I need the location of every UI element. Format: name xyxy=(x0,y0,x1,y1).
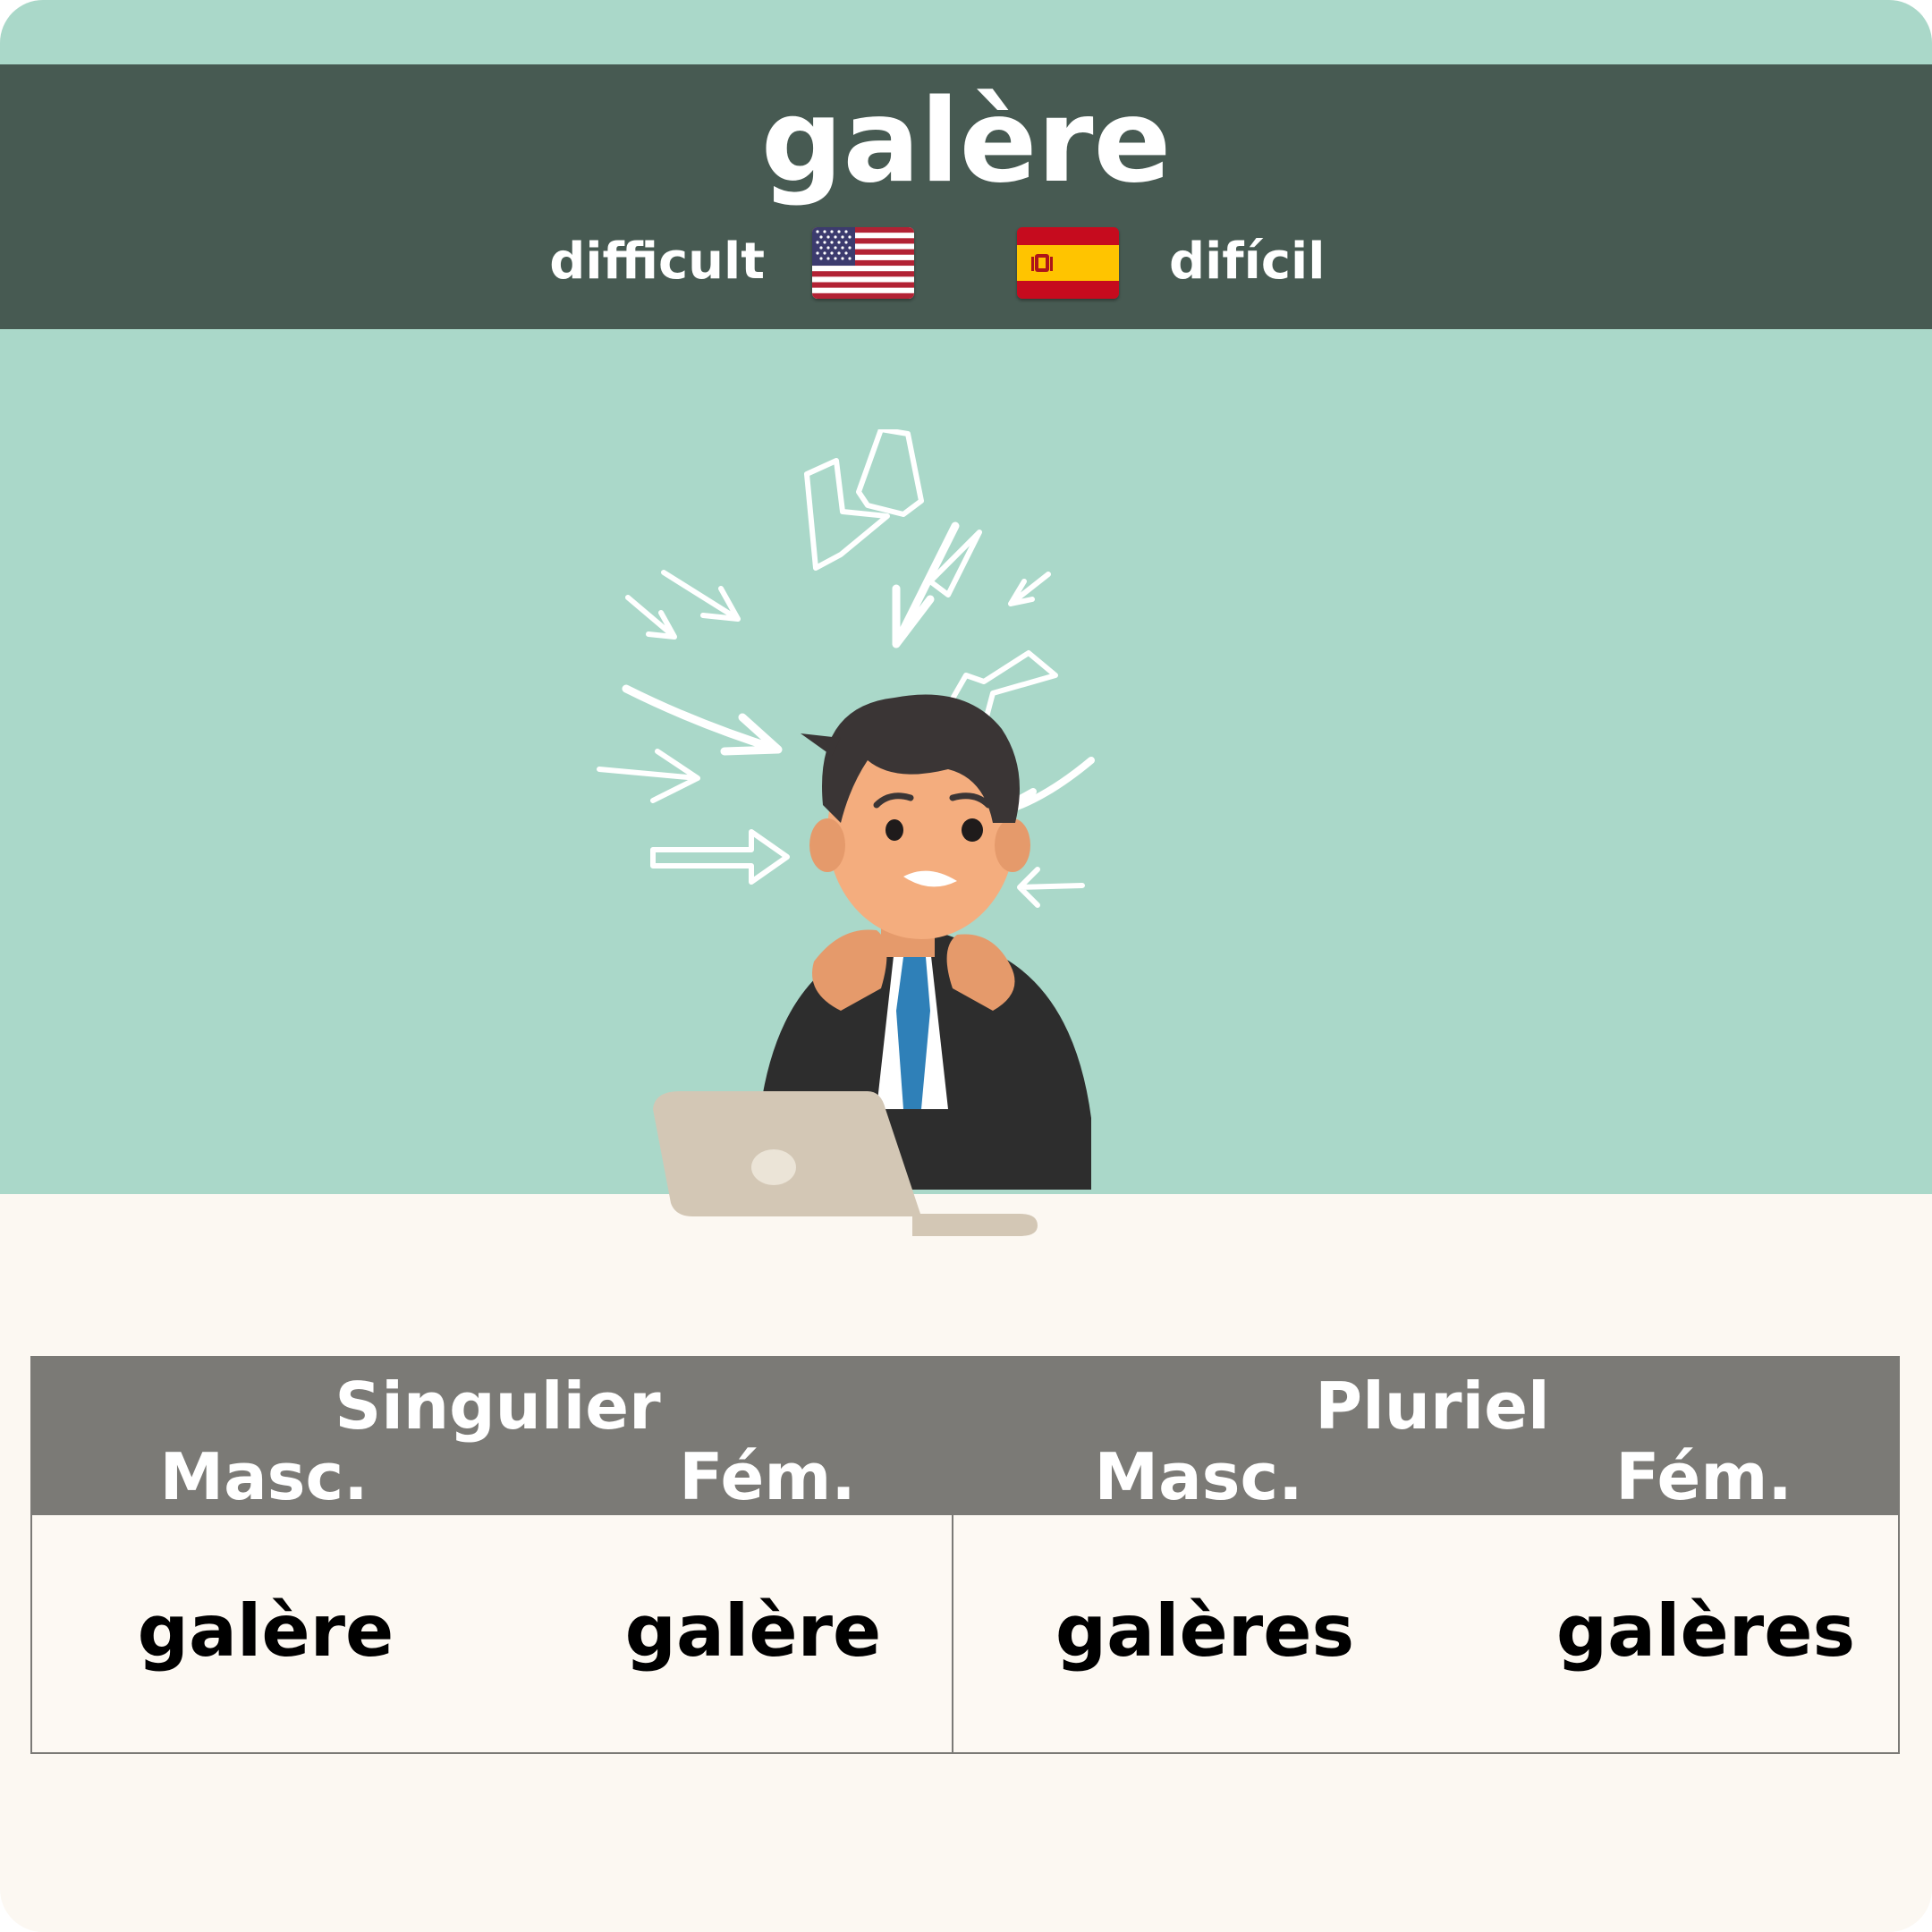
forms-table: Singulier Pluriel Masc. Fém. Masc. Fém. … xyxy=(30,1356,1900,1756)
value-masc-singular: galère xyxy=(137,1589,394,1673)
stressed-businessman-illustration xyxy=(597,429,1095,1236)
us-flag-icon xyxy=(812,227,914,299)
word-title: galère xyxy=(760,75,1172,208)
header-pluriel: Pluriel xyxy=(1315,1368,1550,1444)
header-masc-singular: Masc. xyxy=(159,1439,369,1514)
value-fem-singular: galère xyxy=(624,1589,882,1673)
header-singulier: Singulier xyxy=(335,1368,661,1444)
table-header: Singulier Pluriel Masc. Fém. Masc. Fém. xyxy=(30,1356,1900,1515)
english-translation: difficult xyxy=(549,233,765,291)
vocabulary-card: galère difficult difícil Singulier Pluri… xyxy=(0,0,1932,1932)
spanish-translation: difícil xyxy=(1169,233,1326,291)
spain-flag-icon xyxy=(1017,227,1119,299)
header-fem-plural: Fém. xyxy=(1615,1439,1792,1514)
value-fem-plural: galères xyxy=(1555,1589,1856,1673)
header-fem-singular: Fém. xyxy=(679,1439,856,1514)
value-masc-plural: galères xyxy=(1055,1589,1355,1673)
header-masc-plural: Masc. xyxy=(1094,1439,1303,1514)
table-body: galère galère galères galères xyxy=(30,1515,1900,1754)
